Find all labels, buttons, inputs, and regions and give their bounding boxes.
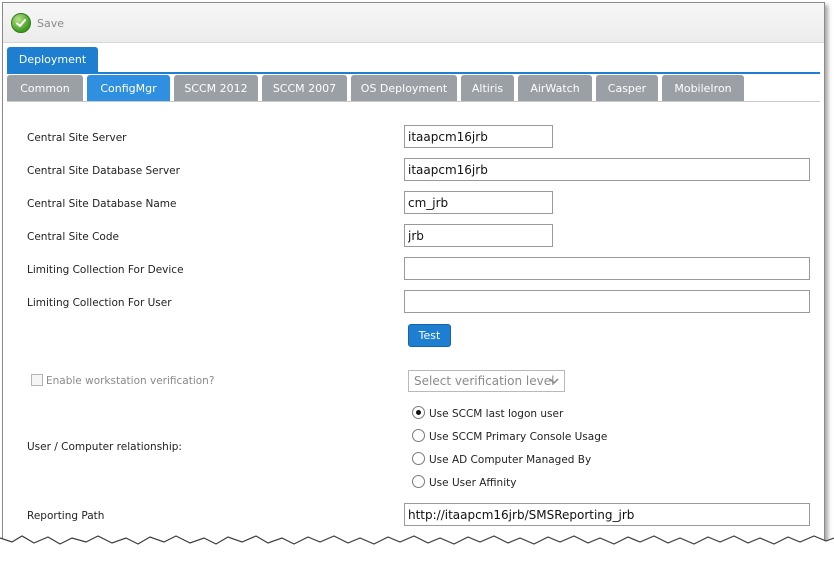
radio-ad-computer-managed-by-label: Use AD Computer Managed By — [429, 454, 592, 466]
radio-sccm-last-logon[interactable] — [412, 406, 425, 419]
save-button[interactable]: Save — [11, 12, 64, 34]
radio-user-affinity-label: Use User Affinity — [429, 477, 517, 489]
subtab-os-deployment[interactable]: OS Deployment — [351, 75, 457, 101]
toolbar: Save — [3, 3, 824, 43]
limiting-collection-device-input[interactable] — [404, 257, 810, 280]
save-label: Save — [37, 16, 65, 30]
tab-deployment[interactable]: Deployment — [7, 47, 98, 72]
central-site-db-server-input[interactable] — [404, 158, 810, 181]
verification-level-value: Select verification level — [414, 374, 555, 388]
test-button[interactable]: Test — [408, 324, 451, 347]
central-site-code-input[interactable] — [404, 224, 553, 247]
relationship-label: User / Computer relationship: — [27, 441, 182, 453]
limiting-collection-device-label: Limiting Collection For Device — [27, 264, 184, 276]
tab-underline — [7, 72, 820, 74]
workstation-verification-checkbox[interactable] — [31, 374, 43, 386]
central-site-db-name-label: Central Site Database Name — [27, 198, 177, 210]
limiting-collection-user-label: Limiting Collection For User — [27, 297, 172, 309]
reporting-path-input[interactable] — [404, 503, 810, 526]
radio-sccm-primary-console-label: Use SCCM Primary Console Usage — [429, 431, 608, 443]
central-site-db-name-input[interactable] — [404, 191, 553, 214]
verification-level-select[interactable]: Select verification level — [408, 370, 565, 392]
reporting-path-label: Reporting Path — [27, 510, 105, 522]
window-frame: Save Deployment Common ConfigMgr SCCM 20… — [2, 2, 825, 548]
check-circle-icon — [11, 13, 31, 33]
limiting-collection-user-input[interactable] — [404, 290, 810, 313]
subtab-mobileiron[interactable]: MobileIron — [662, 75, 744, 101]
subtab-sccm-2007[interactable]: SCCM 2007 — [262, 75, 347, 101]
subtab-airwatch[interactable]: AirWatch — [518, 75, 592, 101]
central-site-server-label: Central Site Server — [27, 132, 127, 144]
central-site-code-label: Central Site Code — [27, 231, 119, 243]
subtab-divider — [7, 101, 820, 102]
radio-ad-computer-managed-by[interactable] — [412, 452, 425, 465]
chevron-down-icon — [549, 378, 559, 385]
central-site-server-input[interactable] — [404, 125, 553, 148]
subtab-configmgr[interactable]: ConfigMgr — [87, 75, 170, 101]
radio-sccm-last-logon-label: Use SCCM last logon user — [429, 408, 564, 420]
subtab-altiris[interactable]: Altiris — [461, 75, 514, 101]
subtab-sccm-2012[interactable]: SCCM 2012 — [174, 75, 258, 101]
torn-edge — [0, 535, 834, 562]
subtab-casper[interactable]: Casper — [596, 75, 658, 101]
workstation-verification-label: Enable workstation verification? — [46, 375, 215, 387]
radio-sccm-primary-console[interactable] — [412, 429, 425, 442]
subtab-common[interactable]: Common — [7, 75, 83, 101]
radio-user-affinity[interactable] — [412, 475, 425, 488]
central-site-db-server-label: Central Site Database Server — [27, 165, 180, 177]
